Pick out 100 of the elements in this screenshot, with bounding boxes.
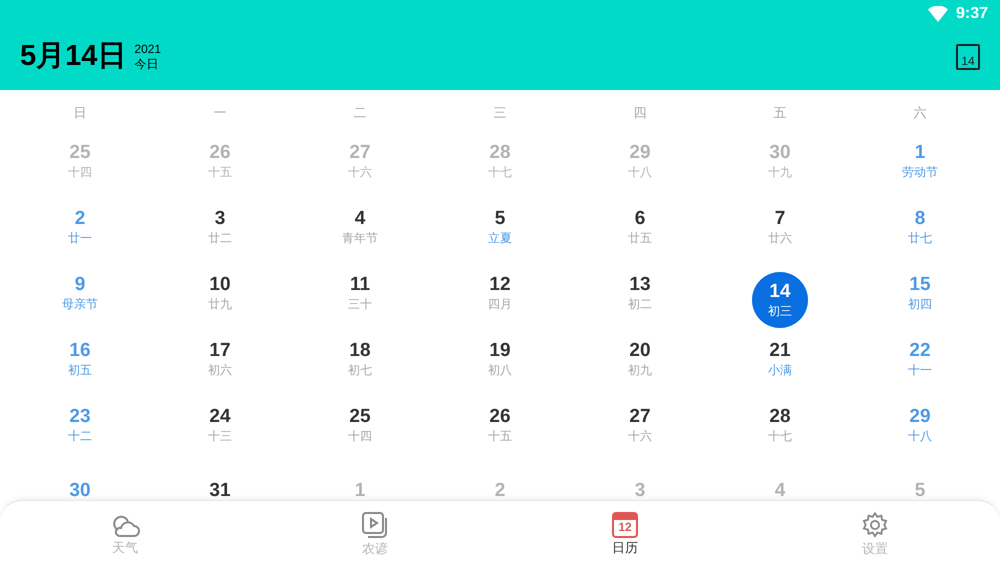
day-number: 8: [914, 208, 926, 230]
day-number: 15: [909, 274, 931, 296]
calendar-day[interactable]: 8 廿七: [908, 208, 932, 246]
calendar-day[interactable]: 15 初四: [908, 274, 932, 312]
calendar-day[interactable]: 2 廿一: [68, 208, 92, 246]
lunar-date: 初六: [208, 362, 232, 378]
nav-tab[interactable]: 天气: [0, 501, 250, 562]
weekday-label: 二: [354, 106, 366, 122]
calendar-day[interactable]: 23 十二: [68, 406, 92, 444]
lunar-date: 廿五: [628, 230, 652, 246]
calendar-day[interactable]: 6 廿五: [628, 208, 652, 246]
calendar-day[interactable]: 10 廿九: [208, 274, 232, 312]
day-number: 26: [209, 142, 231, 164]
day-number: 1: [914, 142, 926, 164]
weekday-label: 日: [74, 106, 86, 122]
calendar-day[interactable]: 29 十八: [628, 142, 652, 180]
calendar-day[interactable]: 28 十七: [488, 142, 512, 180]
calendar-day[interactable]: 21 小满: [768, 340, 792, 378]
lunar-date: 十六: [628, 428, 652, 444]
calendar-day[interactable]: 5: [914, 480, 926, 502]
day-number: 28: [769, 406, 791, 428]
day-number: 14: [769, 281, 791, 303]
lunar-date: 廿一: [68, 230, 92, 246]
nav-tab[interactable]: 12 日历: [500, 501, 750, 562]
calendar-day[interactable]: 17 初六: [208, 340, 232, 378]
calendar-day[interactable]: 22 十一: [908, 340, 932, 378]
nav-tab[interactable]: 农谚: [250, 501, 500, 562]
day-number: 29: [909, 406, 931, 428]
calendar-day[interactable]: 26 十五: [208, 142, 232, 180]
lunar-date: 十八: [908, 428, 932, 444]
day-number: 4: [354, 208, 366, 230]
calendar-day[interactable]: 12 四月: [488, 274, 512, 312]
calendar-day[interactable]: 26 十五: [488, 406, 512, 444]
lunar-date: 十五: [208, 164, 232, 180]
day-number: 5: [494, 208, 506, 230]
calendar-day[interactable]: 11 三十: [348, 274, 372, 312]
calendar-day[interactable]: 28 十七: [768, 406, 792, 444]
calendar-day[interactable]: 25 十四: [68, 142, 92, 180]
calendar-day[interactable]: 13 初二: [628, 274, 652, 312]
day-number: 30: [769, 142, 791, 164]
day-number: 28: [489, 142, 511, 164]
calendar-day[interactable]: 27 十六: [348, 142, 372, 180]
day-number: 7: [774, 208, 786, 230]
calendar-day[interactable]: 25 十四: [348, 406, 372, 444]
calendar-day[interactable]: 19 初八: [488, 340, 512, 378]
lunar-date: 母亲节: [62, 296, 98, 312]
day-number: 16: [69, 340, 91, 362]
calendar-day[interactable]: 31: [209, 480, 231, 502]
calendar-day[interactable]: 1: [354, 480, 366, 502]
lunar-date: 小满: [768, 362, 792, 378]
calendar-day[interactable]: 3: [634, 480, 646, 502]
lunar-date: 廿六: [768, 230, 792, 246]
calendar-day[interactable]: 16 初五: [68, 340, 92, 378]
calendar-day[interactable]: 29 十八: [908, 406, 932, 444]
day-number: 29: [629, 142, 651, 164]
weekday-label: 五: [774, 106, 786, 122]
calendar-day[interactable]: 18 初七: [348, 340, 372, 378]
weekday-label: 六: [914, 106, 926, 122]
day-number: 25: [69, 142, 91, 164]
lunar-date: 立夏: [488, 230, 512, 246]
lunar-date: 十七: [768, 428, 792, 444]
day-number: 27: [629, 406, 651, 428]
calendar-day[interactable]: 30: [69, 480, 91, 502]
today-button[interactable]: 14: [956, 44, 980, 70]
day-number: 24: [209, 406, 231, 428]
lunar-date: 四月: [488, 296, 512, 312]
lunar-date: 十四: [348, 428, 372, 444]
lunar-date: 廿二: [208, 230, 232, 246]
calendar-day[interactable]: 27 十六: [628, 406, 652, 444]
play-icon: [361, 510, 389, 538]
day-number: 19: [489, 340, 511, 362]
weekday-label: 四: [634, 106, 646, 122]
nav-tab[interactable]: 设置: [750, 501, 1000, 562]
lunar-date: 十七: [488, 164, 512, 180]
calendar-day[interactable]: 4 青年节: [342, 208, 378, 246]
calendar-day[interactable]: 2: [494, 480, 506, 502]
selected-day[interactable]: 14 初三: [752, 272, 808, 328]
lunar-date: 初九: [628, 362, 652, 378]
calendar-day[interactable]: 9 母亲节: [62, 274, 98, 312]
calendar-day[interactable]: 5 立夏: [488, 208, 512, 246]
calendar-day[interactable]: 4: [774, 480, 786, 502]
calendar-day[interactable]: 1 劳动节: [902, 142, 938, 180]
day-number: 6: [634, 208, 646, 230]
lunar-date: 初八: [488, 362, 512, 378]
day-number: 3: [214, 208, 226, 230]
lunar-date: 初二: [628, 296, 652, 312]
lunar-date: 十六: [348, 164, 372, 180]
calendar-day[interactable]: 24 十三: [208, 406, 232, 444]
calendar-day[interactable]: 7 廿六: [768, 208, 792, 246]
lunar-date: 十一: [908, 362, 932, 378]
lunar-date: 劳动节: [902, 164, 938, 180]
lunar-date: 廿九: [208, 296, 232, 312]
day-number: 2: [74, 208, 86, 230]
day-number: 17: [209, 340, 231, 362]
calendar-day[interactable]: 20 初九: [628, 340, 652, 378]
calendar-day[interactable]: 3 廿二: [208, 208, 232, 246]
lunar-date: 初四: [908, 296, 932, 312]
day-number: 25: [349, 406, 371, 428]
calendar-day[interactable]: 30 十九: [768, 142, 792, 180]
day-number: 9: [74, 274, 86, 296]
